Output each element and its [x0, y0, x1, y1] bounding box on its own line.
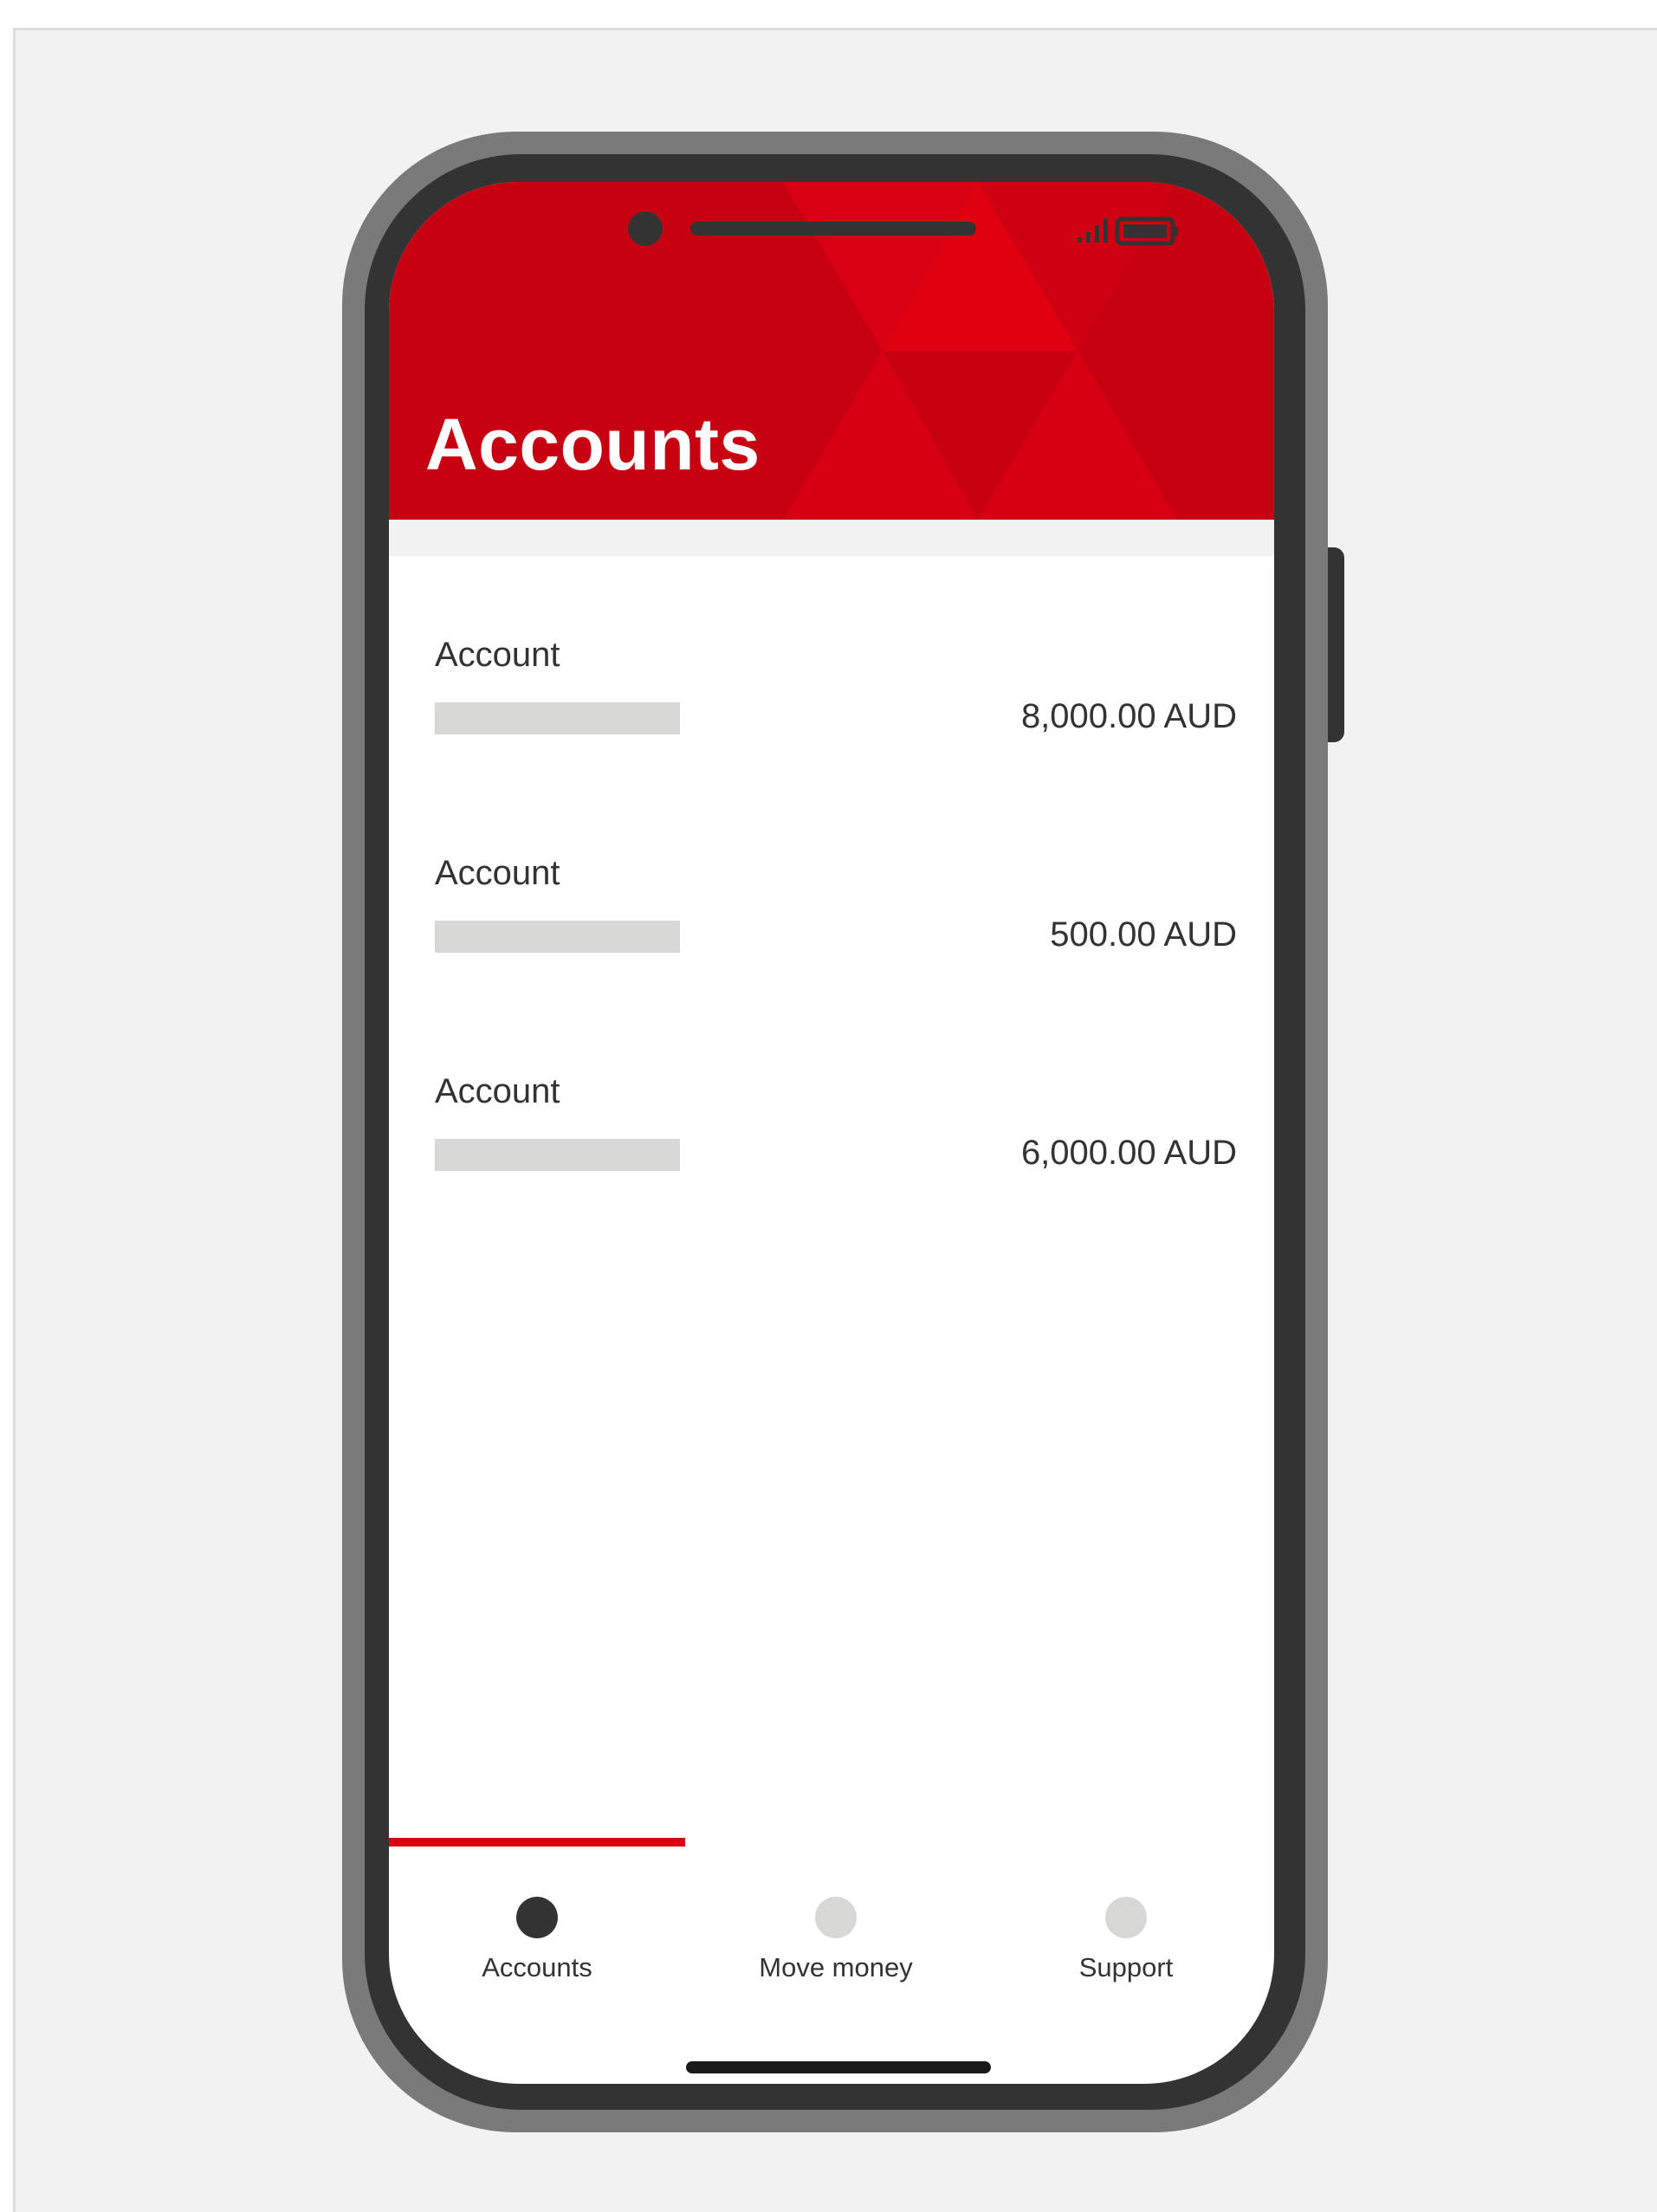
account-row[interactable]: Account 6,000.00 AUD	[389, 993, 1274, 1211]
earpiece-speaker	[690, 222, 976, 236]
account-label: Account	[435, 854, 560, 892]
account-balance: 500.00 AUD	[1050, 915, 1237, 954]
nav-label: Support	[1078, 1952, 1174, 1982]
nav-item-move-money[interactable]: Move money	[689, 1897, 983, 1992]
account-label: Account	[435, 1072, 560, 1110]
account-balance: 8,000.00 AUD	[1020, 697, 1237, 735]
nav-label: Move money	[759, 1952, 913, 1982]
nav-item-accounts[interactable]: Accounts	[390, 1897, 684, 1992]
move-money-dot-icon	[815, 1897, 857, 1938]
account-number-placeholder	[435, 1139, 680, 1171]
account-row[interactable]: Account 8,000.00 AUD	[389, 556, 1274, 774]
home-indicator[interactable]	[686, 2061, 991, 2073]
phone-screen: Accounts Account 8,000.00 AUD Account 50…	[389, 182, 1274, 2084]
status-icons	[1078, 217, 1178, 246]
support-dot-icon	[1105, 1897, 1147, 1938]
active-tab-indicator	[389, 1838, 685, 1847]
header-divider	[389, 520, 1274, 556]
account-label: Account	[435, 636, 560, 674]
nav-label: Accounts	[482, 1952, 592, 1982]
nav-item-support[interactable]: Support	[979, 1897, 1273, 1992]
account-balance: 6,000.00 AUD	[1020, 1134, 1237, 1172]
app-header: Accounts	[389, 182, 1274, 520]
front-camera	[628, 211, 663, 246]
accounts-dot-icon	[516, 1897, 558, 1938]
battery-icon	[1115, 217, 1178, 246]
page-title: Accounts	[425, 404, 761, 485]
signal-icon	[1078, 218, 1108, 243]
account-number-placeholder	[435, 702, 680, 734]
account-list: Account 8,000.00 AUD Account 500.00 AUD …	[389, 556, 1274, 1211]
account-number-placeholder	[435, 921, 680, 953]
bottom-nav: Accounts Move money Support	[389, 1897, 1274, 2001]
account-row[interactable]: Account 500.00 AUD	[389, 774, 1274, 993]
